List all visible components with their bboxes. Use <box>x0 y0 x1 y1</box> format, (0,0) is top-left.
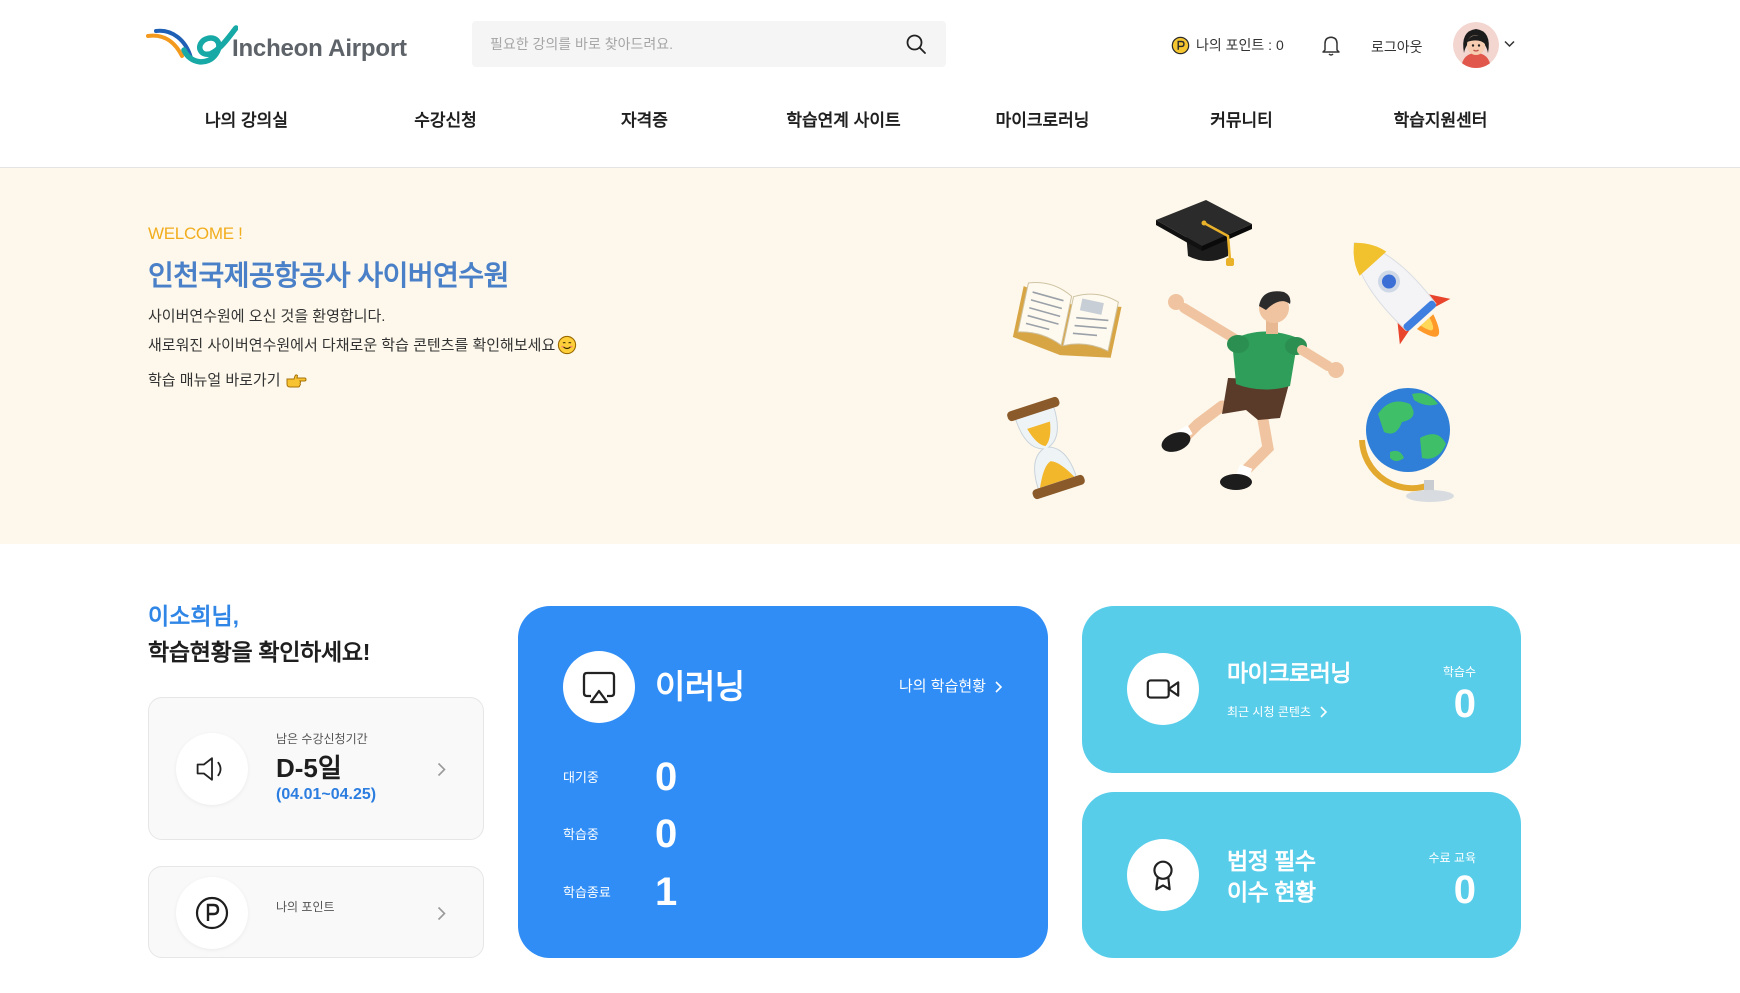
enrollment-period-label: 남은 수강신청기간 <box>276 732 368 746</box>
my-points-card[interactable]: 나의 포인트 <box>148 866 484 958</box>
row-value: 1 <box>655 870 678 914</box>
stat-label: 수료 교육 <box>1428 851 1477 865</box>
mandatory-title-line1: 법정 필수 <box>1227 848 1316 874</box>
nav-item-certificates[interactable]: 자격증 <box>545 100 744 142</box>
elearning-title: 이러닝 <box>655 668 745 705</box>
logo-text: Incheon Airport <box>232 35 407 62</box>
greeting-text: 학습현황을 확인하세요! <box>148 639 371 665</box>
book-illustration <box>1012 282 1122 358</box>
student-illustration <box>1161 291 1344 490</box>
greeting-name: 이소희님, <box>148 603 240 629</box>
point-circle-icon <box>176 877 248 949</box>
graduation-cap-illustration <box>1156 200 1252 266</box>
logout-link[interactable]: 로그아웃 <box>1371 37 1423 57</box>
learning-manual-link-label: 학습 매뉴얼 바로가기 <box>148 371 281 389</box>
learning-illustration <box>1007 200 1454 502</box>
row-value: 0 <box>655 812 678 856</box>
recent-content-link[interactable]: 최근 시청 콘텐츠 <box>1227 706 1327 718</box>
enrollment-dday: D-5일 <box>276 753 342 783</box>
avatar[interactable] <box>1453 22 1499 68</box>
notifications-button[interactable] <box>1320 33 1342 57</box>
recent-content-label: 최근 시청 콘텐츠 <box>1227 705 1311 719</box>
account-menu-toggle[interactable] <box>1503 39 1516 49</box>
welcome-sub-message-text: 새로워진 사이버연수원에서 다채로운 학습 콘텐츠를 확인해보세요 <box>148 336 556 354</box>
chevron-right-icon <box>437 762 446 777</box>
nav-item-enrollment[interactable]: 수강신청 <box>346 100 545 142</box>
pointing-hand-icon <box>285 372 307 388</box>
my-points-label: 나의 포인트 <box>276 900 335 914</box>
elearning-card: 이러닝 나의 학습현황 대기중 0 학습중 0 학습종료 1 <box>518 606 1048 958</box>
elearning-row-completed: 학습종료 1 <box>563 870 863 914</box>
row-label: 학습종료 <box>563 885 611 900</box>
nav-item-my-classroom[interactable]: 나의 강의실 <box>147 100 346 142</box>
point-coin-icon <box>1171 36 1190 55</box>
header-points-link[interactable]: 나의 포인트 : 0 <box>1171 34 1284 56</box>
nav-item-support-center[interactable]: 학습지원센터 <box>1341 100 1540 142</box>
chevron-right-icon <box>437 906 446 921</box>
nav-item-microlearning[interactable]: 마이크로러닝 <box>943 100 1142 142</box>
row-label: 학습중 <box>563 827 599 842</box>
microlearning-stat: 학습수 0 <box>1366 666 1476 726</box>
chevron-right-icon <box>995 680 1002 693</box>
welcome-banner: WELCOME ! 인천국제공항공사 사이버연수원 사이버연수원에 오신 것을 … <box>0 168 1740 544</box>
incheon-airport-logo-icon <box>146 20 238 70</box>
search-bar <box>472 21 946 67</box>
points-label: 나의 포인트 : 0 <box>1196 37 1284 53</box>
microlearning-title: 마이크로러닝 <box>1227 660 1351 686</box>
smile-emoji-icon <box>557 335 577 355</box>
main-nav: 나의 강의실 수강신청 자격증 학습연계 사이트 마이크로러닝 커뮤니티 학습지… <box>147 100 1540 142</box>
award-icon <box>1127 839 1199 911</box>
search-input[interactable] <box>472 21 892 67</box>
search-button[interactable] <box>904 32 928 56</box>
my-learning-status-link[interactable]: 나의 학습현황 <box>899 679 1002 694</box>
mandatory-title-line2: 이수 현황 <box>1227 879 1316 905</box>
mandatory-training-title: 법정 필수 이수 현황 <box>1227 846 1316 908</box>
enrollment-date-range: (04.01~04.25) <box>276 786 377 803</box>
mandatory-stat: 수료 교육 0 <box>1366 851 1477 912</box>
elearning-row-in-progress: 학습중 0 <box>563 812 863 856</box>
stat-value: 0 <box>1453 682 1476 726</box>
airplay-icon <box>563 651 635 723</box>
my-learning-status-label: 나의 학습현황 <box>899 678 986 695</box>
welcome-message: 사이버연수원에 오신 것을 환영합니다. <box>148 309 385 324</box>
welcome-sub-message: 새로워진 사이버연수원에서 다채로운 학습 콘텐츠를 확인해보세요 <box>148 335 577 355</box>
microlearning-card: 마이크로러닝 최근 시청 콘텐츠 학습수 0 <box>1082 606 1521 773</box>
hourglass-illustration <box>1007 396 1085 500</box>
row-value: 0 <box>655 755 678 799</box>
globe-illustration <box>1359 388 1454 502</box>
video-camera-icon <box>1127 653 1199 725</box>
search-icon <box>904 32 928 56</box>
elearning-row-waiting: 대기중 0 <box>563 755 863 799</box>
speaker-icon <box>176 733 248 805</box>
chevron-right-icon <box>1320 706 1327 718</box>
row-label: 대기중 <box>563 770 599 785</box>
welcome-message-text: 사이버연수원에 오신 것을 환영합니다. <box>148 308 386 325</box>
home-logo-link[interactable]: Incheon Airport <box>146 20 407 70</box>
enrollment-period-card[interactable]: 남은 수강신청기간 D-5일 (04.01~04.25) <box>148 697 484 840</box>
rocket-illustration <box>1353 242 1451 345</box>
nav-item-linked-sites[interactable]: 학습연계 사이트 <box>744 100 943 142</box>
stat-value: 0 <box>1453 868 1476 912</box>
stat-label: 학습수 <box>1442 665 1476 679</box>
mandatory-training-card[interactable]: 법정 필수 이수 현황 수료 교육 0 <box>1082 792 1521 958</box>
chevron-down-icon <box>1503 39 1516 49</box>
welcome-label: WELCOME ! <box>148 224 243 243</box>
page: Incheon Airport 나의 포인트 : 0 <box>0 0 1740 993</box>
learning-manual-link[interactable]: 학습 매뉴얼 바로가기 <box>148 372 307 388</box>
nav-item-community[interactable]: 커뮤니티 <box>1142 100 1341 142</box>
bell-icon <box>1320 33 1342 57</box>
page-title: 인천국제공항공사 사이버연수원 <box>148 260 509 291</box>
